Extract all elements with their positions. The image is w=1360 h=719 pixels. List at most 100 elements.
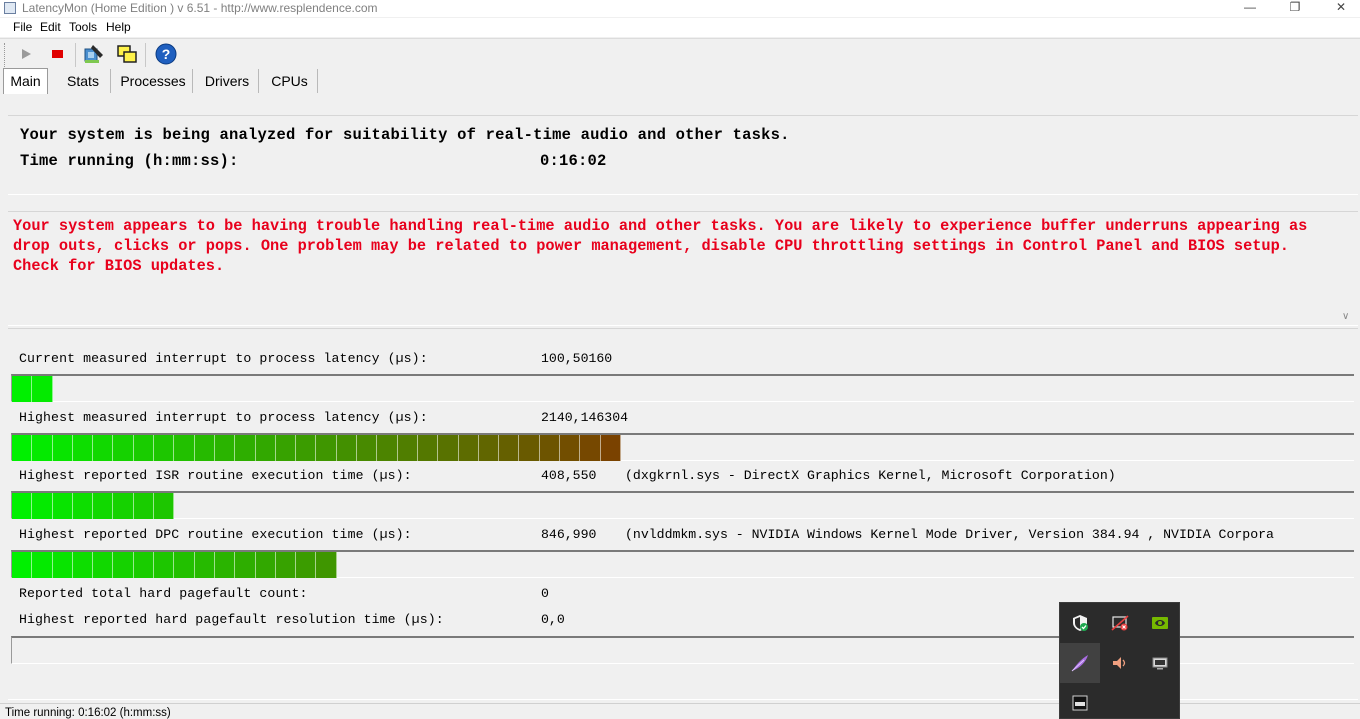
- ssd-icon: [1072, 695, 1088, 711]
- bar-segment: [154, 493, 175, 519]
- tray-defender-button[interactable]: [1060, 603, 1100, 643]
- bar-segment: [275, 552, 297, 578]
- highest-latency-bar: [11, 433, 1354, 461]
- bar-segment: [316, 552, 337, 578]
- dpc-time-label: Highest reported DPC routine execution t…: [19, 527, 412, 542]
- bar-segment: [499, 435, 520, 461]
- bar-segment: [235, 435, 256, 461]
- tab-cpus[interactable]: CPUs: [262, 69, 318, 93]
- bar-segment: [12, 435, 33, 461]
- toolbar-grip[interactable]: [4, 43, 7, 67]
- close-button[interactable]: ✕: [1318, 0, 1360, 17]
- bar-segment: [235, 552, 256, 578]
- time-running-value: 0:16:02: [540, 152, 607, 170]
- maximize-button[interactable]: ❐: [1272, 0, 1318, 17]
- isr-time-value: 408,550: [541, 468, 597, 483]
- bar-segment: [32, 552, 53, 578]
- bar-segment: [93, 552, 114, 578]
- dpc-time-bar-fill: [12, 552, 337, 578]
- tray-monitor-button[interactable]: [1140, 643, 1180, 683]
- tab-strip: Main Stats Processes Drivers CPUs: [0, 68, 1360, 94]
- bar-segment: [72, 493, 94, 519]
- tab-stats[interactable]: Stats: [56, 69, 111, 93]
- bar-segment: [12, 376, 33, 402]
- time-running-label: Time running (h:mm:ss):: [20, 152, 239, 170]
- nvidia-icon: [1152, 617, 1168, 629]
- toolbar: ?: [0, 38, 1360, 69]
- menu-help[interactable]: Help: [106, 20, 131, 35]
- status-text: Time running: 0:16:02 (h:mm:ss): [5, 707, 171, 719]
- window-title: LatencyMon (Home Edition ) v 6.51 - http…: [22, 1, 378, 15]
- isr-time-bar: [11, 491, 1354, 519]
- bar-segment: [72, 552, 94, 578]
- menu-file[interactable]: File: [13, 20, 32, 35]
- bar-segment: [296, 435, 317, 461]
- bar-segment: [113, 435, 134, 461]
- windows-icon: [117, 45, 137, 63]
- menu-tools[interactable]: Tools: [69, 20, 97, 35]
- pagefault-count-label: Reported total hard pagefault count:: [19, 586, 308, 601]
- highest-latency-label: Highest measured interrupt to process la…: [19, 410, 428, 425]
- tab-drivers[interactable]: Drivers: [196, 69, 259, 93]
- bar-segment: [32, 376, 53, 402]
- menu-edit[interactable]: Edit: [40, 20, 61, 35]
- bar-segment: [478, 435, 500, 461]
- bar-segment: [52, 435, 73, 461]
- bar-segment: [336, 435, 358, 461]
- bar-segment: [174, 435, 195, 461]
- bar-segment: [560, 435, 581, 461]
- bar-segment: [255, 435, 276, 461]
- bar-segment: [275, 435, 297, 461]
- tray-feather-button[interactable]: [1060, 643, 1100, 683]
- tab-processes[interactable]: Processes: [114, 69, 193, 93]
- tray-overflow-popup: [1059, 602, 1180, 719]
- bar-segment: [397, 435, 418, 461]
- bar-segment: [32, 435, 53, 461]
- dpc-time-value: 846,990: [541, 527, 597, 542]
- svg-text:?: ?: [162, 46, 171, 62]
- isr-driver-info: (dxgkrnl.sys - DirectX Graphics Kernel, …: [625, 468, 1116, 483]
- bar-segment: [133, 493, 155, 519]
- scroll-down-arrow[interactable]: ∨: [1342, 311, 1349, 322]
- bar-segment: [377, 435, 398, 461]
- isr-time-bar-fill: [12, 493, 175, 519]
- pagefault-count-value: 0: [541, 586, 549, 601]
- network-blocked-icon: [1111, 615, 1129, 631]
- current-latency-value: 100,50160: [541, 351, 613, 366]
- tray-network-button[interactable]: [1100, 603, 1140, 643]
- bar-segment: [93, 435, 114, 461]
- bar-segment: [357, 435, 378, 461]
- tab-main[interactable]: Main: [3, 68, 48, 94]
- bar-segment: [52, 552, 73, 578]
- tray-nvidia-button[interactable]: [1140, 603, 1180, 643]
- chip-tool-icon: [84, 45, 103, 63]
- highest-latency-value: 2140,146304: [541, 410, 629, 425]
- toolbar-separator: [75, 43, 76, 67]
- tray-ssd-button[interactable]: [1060, 683, 1100, 719]
- tray-volume-button[interactable]: [1100, 643, 1140, 683]
- drivers-tool-button[interactable]: [82, 42, 106, 66]
- windows-tool-button[interactable]: [115, 42, 139, 66]
- speaker-icon: [1113, 657, 1126, 669]
- pagefault-time-value: 0,0: [541, 612, 565, 627]
- bar-segment: [133, 435, 155, 461]
- monitor-icon: [1152, 657, 1168, 670]
- bar-segment: [214, 552, 236, 578]
- title-bar: LatencyMon (Home Edition ) v 6.51 - http…: [0, 0, 1360, 17]
- bar-segment: [113, 493, 134, 519]
- bar-segment: [12, 493, 33, 519]
- bar-segment: [255, 552, 276, 578]
- bar-segment: [438, 435, 459, 461]
- bar-segment: [32, 493, 53, 519]
- play-icon: [22, 49, 31, 59]
- bar-segment: [539, 435, 561, 461]
- toolbar-separator: [145, 43, 146, 67]
- bar-segment: [154, 552, 175, 578]
- minimize-button[interactable]: —: [1227, 0, 1273, 17]
- current-latency-bar: [11, 374, 1354, 402]
- stop-button[interactable]: [45, 42, 69, 66]
- help-button[interactable]: ?: [154, 42, 178, 66]
- bar-segment: [458, 435, 479, 461]
- shield-check-icon: [1073, 615, 1088, 631]
- start-button[interactable]: [14, 42, 38, 66]
